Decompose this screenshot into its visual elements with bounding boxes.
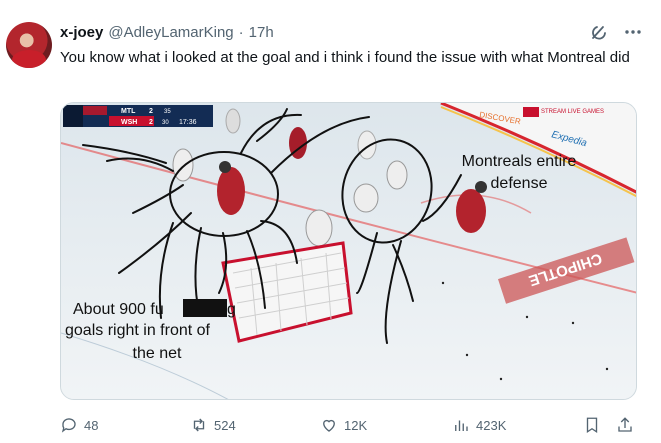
tweet-media-image[interactable]: DISCOVER STREAM LIVE GAMES Expedia CHIPO… (60, 102, 637, 400)
annotation-defense-line1: Montreals entire (462, 153, 577, 170)
annotation-goals-line1b: g (227, 301, 236, 318)
bookmark-button[interactable] (583, 413, 601, 437)
annotation-goals-line1a: About 900 fu (73, 301, 164, 318)
repost-button[interactable]: 524 (190, 413, 236, 437)
scoreboard: MTL 2 35 WSH 2 30 17:36 (63, 105, 213, 127)
repost-icon (193, 418, 205, 432)
score-team1: MTL (121, 108, 136, 115)
separator-dot: · (238, 24, 244, 41)
tweet-text: You know what i looked at the goal and i… (60, 49, 630, 66)
score-value1: 2 (149, 108, 153, 115)
user-handle[interactable]: @AdleyLamarKing (108, 24, 233, 41)
score-value2: 2 (149, 119, 153, 126)
censor-block (183, 299, 227, 317)
bookmark-icon (586, 417, 598, 434)
tweet-actions: 48 524 12K 423K (60, 413, 641, 437)
like-count: 12K (344, 417, 368, 433)
reply-button[interactable]: 48 (60, 413, 98, 437)
reply-icon (61, 418, 76, 433)
view-count: 423K (476, 417, 507, 433)
heart-icon (323, 419, 335, 432)
views-button[interactable]: 423K (452, 413, 506, 437)
board-ad-stream: STREAM LIVE GAMES (541, 109, 604, 115)
annotation-goals-line2: goals right in front of (65, 322, 211, 339)
reply-count: 48 (84, 417, 99, 433)
display-name[interactable]: x-joey (60, 24, 103, 41)
tweet: x-joey @AdleyLamarKing · 17h You know wh… (0, 0, 661, 443)
score-team2: WSH (121, 119, 137, 126)
tweet-header: x-joey @AdleyLamarKing · 17h (60, 24, 274, 44)
game-clock: 17:36 (179, 119, 197, 126)
like-button[interactable]: 12K (320, 413, 367, 437)
annotation-defense-line2: defense (491, 175, 548, 192)
repost-count: 524 (214, 417, 236, 433)
annotation-goals-line3: the net (133, 345, 182, 362)
avatar[interactable] (6, 22, 52, 68)
period-badge: 35 (164, 109, 171, 115)
grok-icon[interactable] (589, 22, 609, 42)
views-icon (455, 420, 468, 431)
shots-count: 30 (162, 120, 169, 126)
tweet-top-actions (589, 22, 643, 42)
more-options-icon[interactable] (623, 22, 643, 42)
share-button[interactable] (616, 413, 634, 437)
share-icon (618, 417, 632, 432)
timestamp[interactable]: 17h (249, 24, 274, 41)
